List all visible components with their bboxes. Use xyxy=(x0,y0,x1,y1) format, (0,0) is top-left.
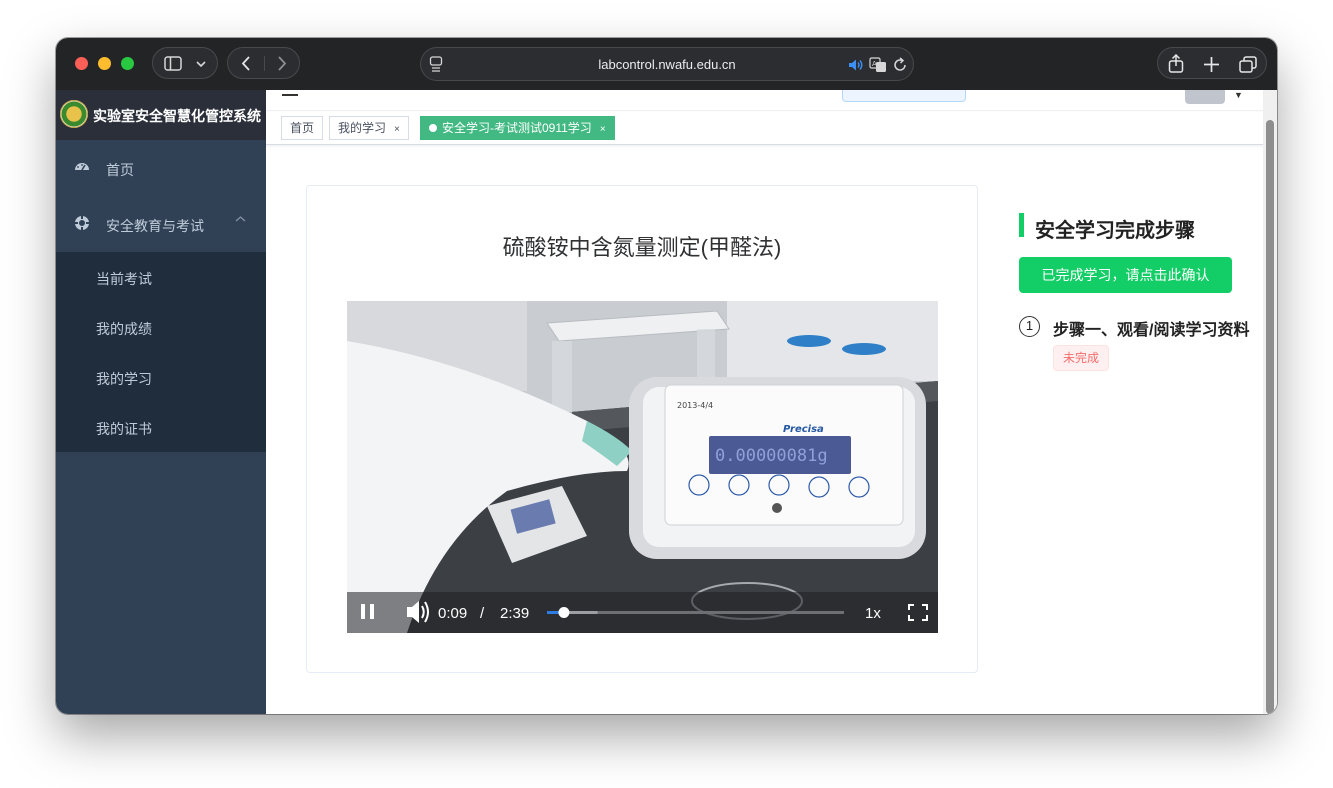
page-scrollbar[interactable] xyxy=(1263,90,1277,714)
confirm-completion-button[interactable]: 已完成学习，请点击此确认 xyxy=(1019,257,1232,293)
compass-icon xyxy=(74,215,90,231)
fullscreen-icon[interactable] xyxy=(908,604,928,621)
dashboard-icon xyxy=(75,163,89,171)
submenu-item-label: 当前考试 xyxy=(96,271,152,287)
address-bar[interactable]: labcontrol.nwafu.edu.cn A xyxy=(420,47,914,81)
video-frame: 2013-4/4 Precisa 0.00000081g xyxy=(347,301,938,633)
main-content: ▼ 首页 我的学习 × 安全学习-考试测试0911学习 × 硫酸铵中含氮量测定(甲醛… xyxy=(266,90,1277,714)
tag-label: 安全学习-考试测试0911学习 xyxy=(442,121,592,135)
sidebar-item-safety-education[interactable]: 安全教育与考试 xyxy=(56,196,266,252)
tag-close-icon[interactable]: × xyxy=(600,124,606,135)
top-navbar: ▼ xyxy=(266,90,1277,111)
submenu-item-label: 我的成绩 xyxy=(96,321,152,337)
caret-down-icon[interactable]: ▼ xyxy=(1234,90,1243,100)
step-label: 步骤一、观看/阅读学习资料 xyxy=(1053,322,1250,339)
submenu: 当前考试 我的成绩 我的学习 我的证书 xyxy=(56,252,266,452)
new-tab-icon[interactable] xyxy=(1204,57,1219,72)
balance-note: 2013-4/4 xyxy=(677,401,713,410)
history-nav-group xyxy=(227,47,300,79)
tag-home[interactable]: 首页 xyxy=(281,116,324,140)
maximize-window-button[interactable] xyxy=(121,57,134,70)
volume-icon[interactable] xyxy=(407,601,429,623)
study-material-card: 硫酸铵中含氮量测定(甲醛法) 2013-4/4 Precisa 0.000000… xyxy=(306,185,978,673)
university-logo xyxy=(60,100,88,128)
duration: 2:39 xyxy=(500,605,529,622)
toolbar-actions xyxy=(1157,47,1267,79)
active-dot xyxy=(429,124,437,132)
playback-speed[interactable]: 1x xyxy=(865,605,881,622)
tabs-overview-icon[interactable] xyxy=(1239,56,1257,73)
tag-close-icon[interactable]: × xyxy=(394,124,400,135)
chevron-down-icon xyxy=(196,61,206,68)
sidebar-toggle-button[interactable] xyxy=(152,47,218,79)
tag-label: 首页 xyxy=(290,121,315,135)
submenu-item-my-scores[interactable]: 我的成绩 xyxy=(56,302,266,352)
steps-title: 安全学习完成步骤 xyxy=(1035,220,1195,242)
chevron-up-icon xyxy=(235,216,246,222)
sidebar-item-home[interactable]: 首页 xyxy=(56,140,266,196)
web-page: 实验室安全智慧化管控系统 首页 安全教育与考试 当前考试 我的成绩 我的学习 我… xyxy=(56,90,1277,714)
submenu-item-label: 我的证书 xyxy=(96,421,152,437)
progress-bar[interactable] xyxy=(547,607,844,618)
submenu-item-label: 我的学习 xyxy=(96,371,152,387)
sidebar-toggle-icon xyxy=(164,56,182,71)
reload-icon[interactable] xyxy=(893,57,908,73)
logo-row[interactable]: 实验室安全智慧化管控系统 xyxy=(56,90,266,140)
time-separator: / xyxy=(480,605,485,622)
url-text: labcontrol.nwafu.edu.cn xyxy=(598,57,736,72)
video-player[interactable]: 2013-4/4 Precisa 0.00000081g 0:09 / 2:39… xyxy=(347,301,938,633)
system-title: 实验室安全智慧化管控系统 xyxy=(93,108,261,124)
sidebar-item-label: 安全教育与考试 xyxy=(106,218,204,234)
balance-brand: Precisa xyxy=(783,424,824,435)
pause-button[interactable] xyxy=(361,604,374,619)
submenu-item-my-study[interactable]: 我的学习 xyxy=(56,352,266,402)
navbar-button[interactable] xyxy=(842,90,966,102)
minimize-window-button[interactable] xyxy=(98,57,111,70)
forward-icon[interactable] xyxy=(277,56,287,71)
back-icon[interactable] xyxy=(241,56,251,71)
status-badge: 未完成 xyxy=(1053,345,1110,371)
step-number-badge: 1 xyxy=(1019,316,1040,337)
title-accent-bar xyxy=(1019,213,1024,237)
close-window-button[interactable] xyxy=(75,57,88,70)
video-controls: 0:09 / 2:39 1x xyxy=(361,601,928,623)
svg-text:A: A xyxy=(872,60,877,68)
tag-my-study[interactable]: 我的学习 × xyxy=(329,116,409,140)
scrollbar-thumb[interactable] xyxy=(1266,120,1274,714)
material-title: 硫酸铵中含氮量测定(甲醛法) xyxy=(502,235,782,260)
audio-icon[interactable] xyxy=(848,58,864,72)
share-icon[interactable] xyxy=(1168,54,1184,73)
browser-toolbar: labcontrol.nwafu.edu.cn A xyxy=(56,38,1277,91)
sidebar: 实验室安全智慧化管控系统 首页 安全教育与考试 当前考试 我的成绩 我的学习 我… xyxy=(56,90,266,714)
balance-reading: 0.00000081g xyxy=(715,446,828,466)
tag-label: 我的学习 xyxy=(338,121,387,135)
progress-handle[interactable] xyxy=(558,607,570,618)
submenu-item-my-certificates[interactable]: 我的证书 xyxy=(56,402,266,452)
avatar[interactable] xyxy=(1185,90,1225,104)
sidebar-item-label: 首页 xyxy=(106,162,134,178)
tags-view: 首页 我的学习 × 安全学习-考试测试0911学习 × xyxy=(266,112,1277,145)
translate-icon[interactable]: A xyxy=(869,57,887,73)
tag-current-study[interactable]: 安全学习-考试测试0911学习 × xyxy=(420,116,615,140)
hamburger-icon[interactable] xyxy=(282,90,298,96)
browser-window: labcontrol.nwafu.edu.cn A 实验室安全智慧化管控系统 首… xyxy=(56,38,1277,714)
current-time: 0:09 xyxy=(438,605,467,622)
submenu-item-current-exam[interactable]: 当前考试 xyxy=(56,252,266,302)
